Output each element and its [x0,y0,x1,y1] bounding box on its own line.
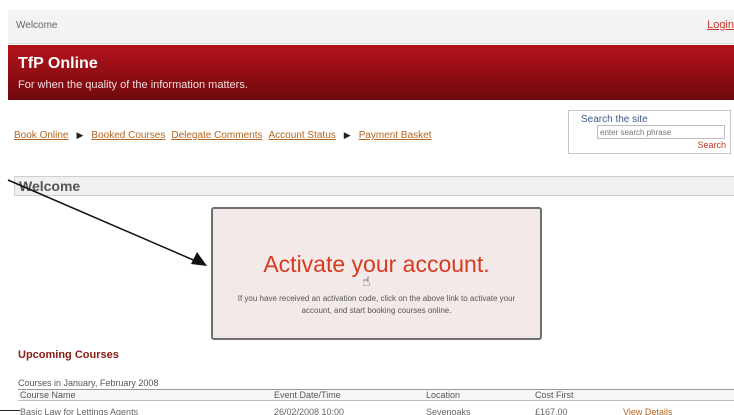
left-margin [0,0,8,415]
location-cell: Sevenoaks [426,407,471,415]
courses-table-header: Course Name Event Date/Time Location Cos… [18,389,734,401]
nav-payment-basket[interactable]: Payment Basket [359,130,432,141]
courses-period: Courses in January, February 2008 [18,378,159,388]
nav-delegate-comments[interactable]: Delegate Comments [171,130,262,141]
search-button[interactable]: Search [697,140,726,150]
cost-cell: £167.00 [535,407,568,415]
arrow-right-icon: ▶ [76,130,84,140]
table-row: Basic Law for Lettings Agents 26/02/2008… [18,402,734,415]
top-bar: Welcome Login [8,10,734,44]
site-tagline: For when the quality of the information … [18,79,248,91]
upcoming-courses-heading: Upcoming Courses [18,349,119,361]
column-course-name: Course Name [20,390,76,400]
view-details-link[interactable]: View Details [623,407,672,415]
bottom-rule [0,410,20,411]
hand-cursor-icon: ☝ [362,273,371,289]
search-label: Search the site [581,114,648,125]
activate-account-link[interactable]: Activate your account. [213,251,540,278]
login-link[interactable]: Login [707,19,734,31]
nav-account-status[interactable]: Account Status [269,130,336,141]
course-name-cell: Basic Law for Lettings Agents [20,407,139,415]
activation-panel: Activate your account. ☝ If you have rec… [211,207,542,340]
activation-info: If you have received an activation code,… [237,294,516,315]
nav-book-online[interactable]: Book Online [14,130,68,141]
callout-arrow-head [191,252,207,266]
site-title: TfP Online [18,55,98,72]
page-title: Welcome [19,178,81,194]
column-location: Location [426,390,461,400]
search-panel: Search the site Search [568,110,731,154]
column-event-date: Event Date/Time [274,390,341,400]
top-bar-title: Welcome [16,20,58,31]
column-cost-first: Cost First [535,390,574,400]
nav-booked-courses[interactable]: Booked Courses [91,130,165,141]
search-input[interactable] [597,125,725,139]
page-title-bar: Welcome [14,176,734,196]
site-banner: TfP Online For when the quality of the i… [8,45,734,100]
breadcrumb-nav: Book Online ▶ Booked Courses Delegate Comme… [14,130,438,141]
event-date-cell: 26/02/2008 10:00 [274,407,345,415]
arrow-right-icon: ▶ [343,130,351,140]
